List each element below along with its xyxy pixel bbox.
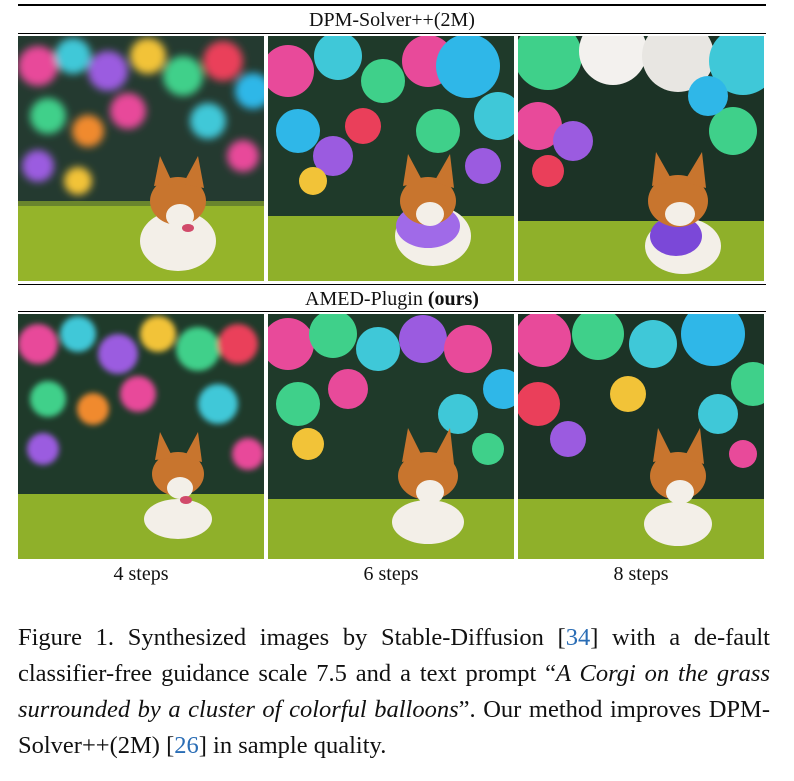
corgi-image bbox=[18, 36, 264, 281]
step-label-8: 8 steps bbox=[613, 563, 669, 585]
caption-part4: ] in sample quality. bbox=[198, 732, 387, 759]
top-row-title: DPM-Solver++(2M) bbox=[18, 8, 766, 32]
step-label-4: 4 steps bbox=[113, 563, 169, 585]
corgi-image bbox=[18, 314, 264, 559]
image-amed-6-steps bbox=[268, 314, 514, 559]
figure-caption: Figure 1. Synthesized images by Stable-D… bbox=[18, 620, 770, 764]
image-amed-8-steps bbox=[518, 314, 764, 559]
top-row-title-text: DPM-Solver++(2M) bbox=[309, 9, 475, 31]
corgi-image bbox=[518, 36, 764, 281]
image-amed-4-steps bbox=[18, 314, 264, 559]
caption-part1: Figure 1. Synthesized images by Stable-D… bbox=[18, 624, 566, 651]
citation-link-26[interactable]: 26 bbox=[174, 732, 199, 759]
bottom-row-title-rule bbox=[18, 311, 766, 312]
step-label-6: 6 steps bbox=[363, 563, 419, 585]
corgi-image bbox=[518, 314, 764, 559]
corgi-image bbox=[268, 314, 514, 559]
bottom-row-title-prefix: AMED-Plugin bbox=[305, 288, 428, 310]
bottom-row-title: AMED-Plugin (ours) bbox=[18, 287, 766, 311]
bottom-section-rule bbox=[18, 284, 766, 285]
image-dpm-8-steps bbox=[518, 36, 764, 281]
image-dpm-4-steps bbox=[18, 36, 264, 281]
image-dpm-6-steps bbox=[268, 36, 514, 281]
top-row-title-rule bbox=[18, 33, 766, 34]
corgi-image bbox=[268, 36, 514, 281]
bottom-row-title-bold: (ours) bbox=[427, 288, 479, 310]
citation-link-34[interactable]: 34 bbox=[566, 624, 591, 651]
top-rule bbox=[18, 4, 766, 6]
